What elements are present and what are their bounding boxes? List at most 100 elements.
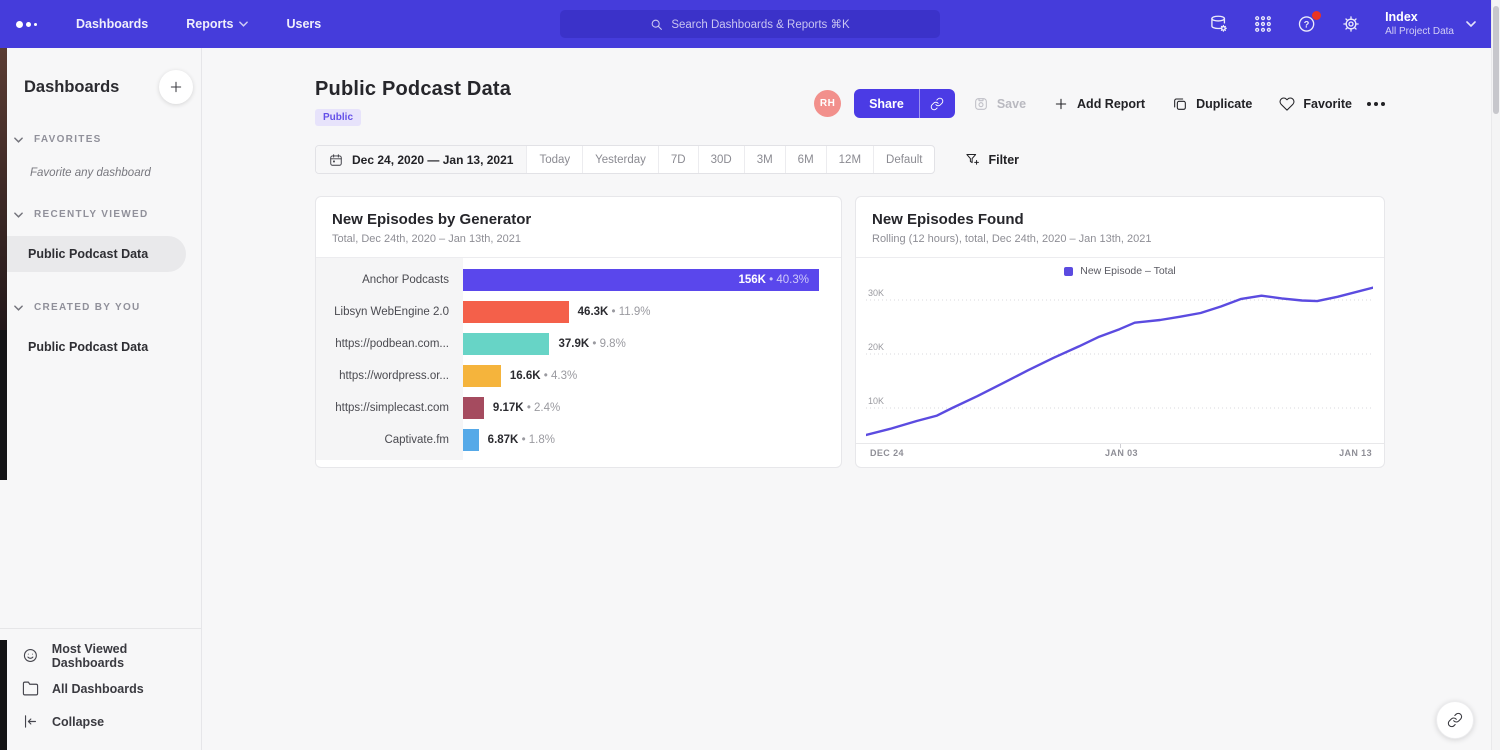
date-preset-default[interactable]: Default [873,146,934,173]
scrollbar-thumb[interactable] [1493,6,1499,114]
axis-tick [1120,444,1121,448]
bar-row: 9.17K • 2.4% [463,392,819,424]
legend-swatch [1064,267,1073,276]
apps-grid-icon [1253,14,1273,34]
sidebar-title: Dashboards [24,78,119,97]
legend-label: New Episode – Total [1080,265,1176,277]
page-scrollbar[interactable] [1491,0,1500,750]
x-tick-label: DEC 24 [870,448,904,458]
bar-segment[interactable]: 156K • 40.3% [463,269,819,291]
chevron-down-icon [14,212,23,218]
database-nav-button[interactable] [1209,14,1229,34]
settings-button[interactable] [1341,14,1361,34]
project-selector[interactable]: Index All Project Data [1385,10,1476,39]
line-chart-card: New Episodes Found Rolling (12 hours), t… [855,196,1385,468]
x-tick-label: JAN 13 [1339,448,1372,458]
bar-segment[interactable] [463,333,549,355]
collapse-sidebar-button[interactable]: Collapse [0,705,201,738]
sidebar: Dashboards FAVORITES Favorite any dashbo… [0,48,202,750]
gear-icon [1341,14,1361,34]
sidebar-item-public-podcast-data[interactable]: Public Podcast Data [0,236,186,272]
bar-value-label: 37.9K • 9.8% [558,338,625,350]
sidebar-section-created-by-you[interactable]: CREATED BY YOU [0,302,201,313]
project-name: Index [1385,10,1454,26]
save-button[interactable]: Save [973,96,1026,112]
bar-segment[interactable] [463,397,484,419]
topnav-users[interactable]: Users [286,17,321,31]
bar-rows: 156K • 40.3% 46.3K • 11.9% 37.9K • 9.8% 16.… [463,258,841,467]
chevron-down-icon [14,137,23,143]
share-link-button[interactable] [919,89,955,118]
chart-legend: New Episode – Total [856,258,1384,284]
bar-value-label: 6.87K • 1.8% [488,434,555,446]
line-series[interactable] [866,288,1373,435]
help-button[interactable]: ? [1297,14,1317,34]
line-chart-plot[interactable]: 10K20K30K [866,284,1373,443]
section-label: FAVORITES [34,134,102,145]
bar-category-labels: Anchor PodcastsLibsyn WebEngine 2.0https… [316,258,463,460]
bar-segment[interactable] [463,365,501,387]
more-actions-button[interactable] [1367,102,1385,106]
avatar[interactable]: RH [814,90,841,117]
app-logo[interactable] [16,21,50,28]
search-input[interactable]: Search Dashboards & Reports ⌘K [560,10,940,38]
section-label: CREATED BY YOU [34,302,141,313]
date-range-control: Dec 24, 2020 — Jan 13, 2021 TodayYesterd… [315,145,935,174]
most-viewed-dashboards-button[interactable]: Most Viewed Dashboards [0,639,201,672]
all-dashboards-button[interactable]: All Dashboards [0,672,201,705]
date-preset-30d[interactable]: 30D [698,146,744,173]
y-tick-label: 30K [868,288,884,298]
sidebar-section-favorites[interactable]: FAVORITES [0,134,201,145]
sidebar-section-recently-viewed[interactable]: RECENTLY VIEWED [0,209,201,220]
duplicate-icon [1172,96,1188,112]
topnav-dashboards[interactable]: Dashboards [76,17,148,31]
bar-value-label: 156K • 40.3% [738,274,819,286]
bar-category-label: https://podbean.com... [316,328,463,360]
filter-button[interactable]: Filter [965,152,1019,167]
chevron-down-icon [14,305,23,311]
date-preset-7d[interactable]: 7D [658,146,698,173]
chevron-down-icon [1466,21,1476,27]
project-scope: All Project Data [1385,25,1454,38]
topnav-reports[interactable]: Reports [186,17,248,31]
date-range-button[interactable]: Dec 24, 2020 — Jan 13, 2021 [316,146,526,173]
bar-category-label: Captivate.fm [316,424,463,456]
date-preset-yesterday[interactable]: Yesterday [582,146,658,173]
sidebar-item-public-podcast-data-created[interactable]: Public Podcast Data [0,329,186,365]
x-tick-label: JAN 03 [1105,448,1138,458]
calendar-icon [329,153,343,167]
share-button[interactable]: Share [854,89,919,118]
apps-grid-button[interactable] [1253,14,1273,34]
date-preset-12m[interactable]: 12M [826,146,873,173]
topnav-label: Users [286,17,321,31]
footer-label: Most Viewed Dashboards [52,642,201,670]
share-link-fab[interactable] [1436,701,1474,739]
bar-value-label: 16.6K • 4.3% [510,370,577,382]
section-label: RECENTLY VIEWED [34,209,149,220]
y-tick-label: 20K [868,342,884,352]
bar-value-label: 46.3K • 11.9% [578,306,651,318]
topnav-label: Reports [186,17,233,31]
main-content: Public Podcast Data Public RH Share [202,48,1500,750]
bar-category-label: Libsyn WebEngine 2.0 [316,296,463,328]
duplicate-button[interactable]: Duplicate [1172,96,1252,112]
add-dashboard-button[interactable] [159,70,193,104]
plus-icon [169,80,183,94]
heart-icon [1279,96,1295,112]
date-preset-today[interactable]: Today [526,146,582,173]
bar-segment[interactable] [463,301,569,323]
database-icon [1209,14,1229,34]
link-icon [1447,712,1463,728]
duplicate-label: Duplicate [1196,97,1252,111]
bar-segment[interactable] [463,429,479,451]
date-range-label: Dec 24, 2020 — Jan 13, 2021 [352,153,513,167]
date-preset-3m[interactable]: 3M [744,146,785,173]
bar-value-label: 9.17K • 2.4% [493,402,560,414]
favorite-button[interactable]: Favorite [1279,96,1352,112]
search-icon [650,18,663,31]
date-preset-6m[interactable]: 6M [785,146,826,173]
add-report-button[interactable]: Add Report [1053,96,1145,112]
bar-row: 6.87K • 1.8% [463,424,819,456]
add-report-label: Add Report [1077,97,1145,111]
top-nav: Dashboards Reports Users [76,17,359,31]
